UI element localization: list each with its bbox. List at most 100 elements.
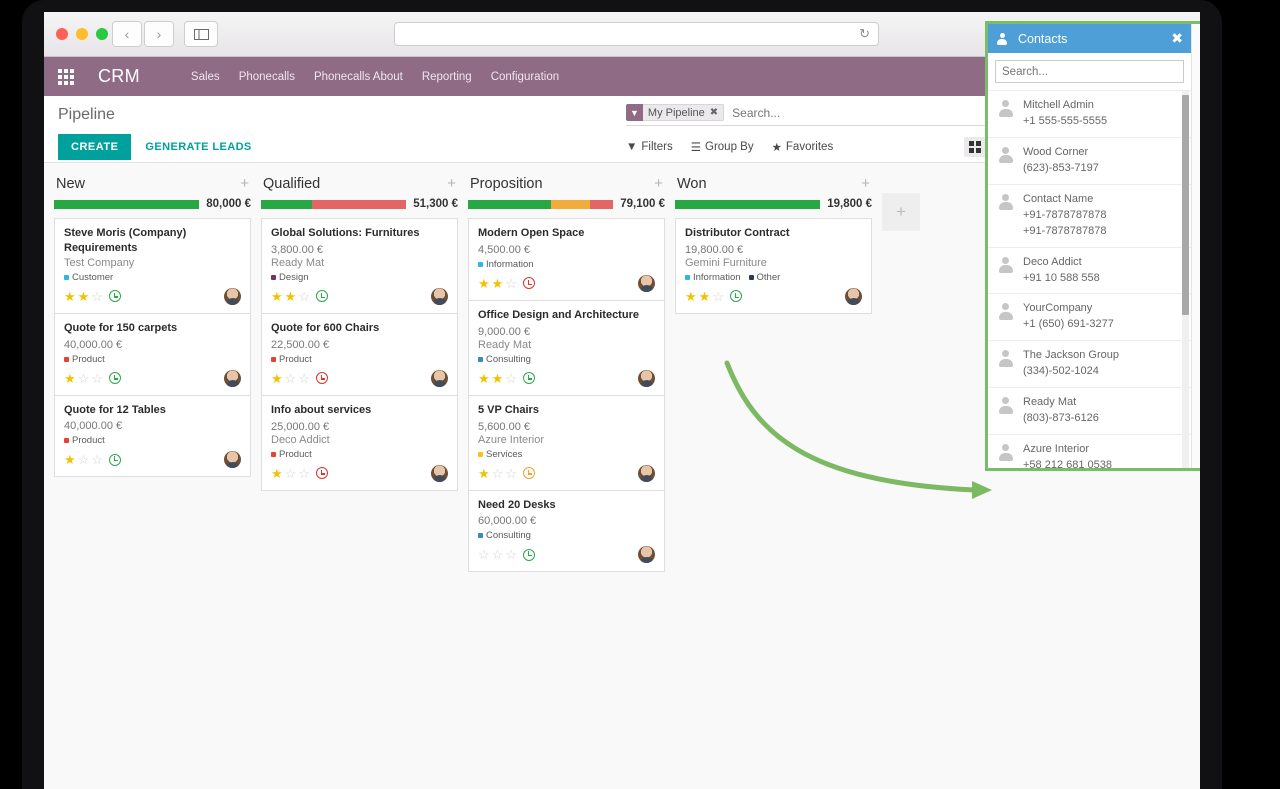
priority-stars[interactable]: ★ ☆ ☆ [64, 453, 103, 466]
kanban-column-progressbar[interactable]: 51,300 € [261, 198, 458, 210]
progress-segment[interactable] [589, 199, 614, 209]
priority-star[interactable]: ★ [64, 290, 76, 303]
add-card-icon[interactable]: + [240, 175, 249, 192]
priority-star[interactable]: ☆ [91, 372, 103, 385]
add-column-button[interactable]: + [882, 193, 920, 231]
priority-star[interactable]: ★ [492, 372, 504, 385]
contact-list-item[interactable]: Mitchell Admin +1 555-555-5555 [988, 91, 1191, 138]
priority-star[interactable]: ★ [271, 290, 283, 303]
progress-segment[interactable] [261, 199, 312, 209]
priority-star[interactable]: ★ [478, 277, 490, 290]
kanban-column-progressbar[interactable]: 80,000 € [54, 198, 251, 210]
kanban-card[interactable]: 5 VP Chairs 5,600.00 € Azure Interior Servi… [468, 394, 665, 490]
priority-star[interactable]: ☆ [91, 453, 103, 466]
priority-stars[interactable]: ★ ☆ ☆ [271, 372, 310, 385]
contact-list-item[interactable]: Wood Corner (623)-853-7197 [988, 138, 1191, 185]
address-bar[interactable]: ↻ [394, 22, 879, 46]
contact-phone[interactable]: +91-7878787878 [1023, 224, 1107, 240]
priority-star[interactable]: ★ [685, 290, 697, 303]
menu-item-phonecalls[interactable]: Phonecalls [230, 65, 304, 89]
priority-star[interactable]: ★ [492, 277, 504, 290]
menu-item-configuration[interactable]: Configuration [482, 65, 568, 89]
add-card-icon[interactable]: + [447, 175, 456, 192]
contact-list-item[interactable]: Contact Name +91-7878787878 +91-7878787878 [988, 185, 1191, 248]
kanban-card[interactable]: Distributor Contract 19,800.00 € Gemini Fu… [675, 218, 872, 314]
priority-star[interactable]: ☆ [505, 277, 517, 290]
kanban-card[interactable]: Info about services 25,000.00 € Deco Addic… [261, 394, 458, 491]
contact-phone[interactable]: (623)-853-7197 [1023, 161, 1099, 177]
priority-star[interactable]: ★ [478, 372, 490, 385]
activity-clock-icon[interactable] [522, 277, 535, 290]
kanban-column-progressbar[interactable]: 19,800 € [675, 198, 872, 210]
generate-leads-button[interactable]: GENERATE LEADS [145, 141, 251, 153]
kanban-card[interactable]: Office Design and Architecture 9,000.00 €… [468, 299, 665, 395]
menu-item-sales[interactable]: Sales [182, 65, 229, 89]
favorites-dropdown[interactable]: ★ Favorites [772, 140, 834, 154]
contact-phone[interactable]: +91-7878787878 [1023, 208, 1107, 224]
kanban-card-tag[interactable]: Customer [64, 272, 113, 283]
kanban-card-tag[interactable]: Other [748, 272, 780, 283]
priority-stars[interactable]: ★ ★ ☆ [478, 277, 517, 290]
priority-stars[interactable]: ★ ★ ☆ [685, 290, 724, 303]
assignee-avatar[interactable] [431, 369, 448, 387]
priority-star[interactable]: ☆ [505, 467, 517, 480]
search-facet-my-pipeline[interactable]: ▼ My Pipeline ✖ [626, 104, 725, 121]
back-icon[interactable]: ‹ [112, 21, 142, 47]
contacts-scrollbar-thumb[interactable] [1182, 95, 1189, 315]
priority-star[interactable]: ☆ [285, 372, 297, 385]
progress-segment[interactable] [311, 199, 407, 209]
activity-clock-icon[interactable] [108, 453, 121, 466]
kanban-card-tag[interactable]: Consulting [478, 530, 531, 541]
priority-star[interactable]: ★ [285, 290, 297, 303]
kanban-card-tag[interactable]: Information [478, 259, 534, 270]
forward-icon[interactable]: › [144, 21, 174, 47]
priority-star[interactable]: ☆ [298, 372, 310, 385]
add-card-icon[interactable]: + [861, 175, 870, 192]
priority-star[interactable]: ★ [64, 453, 76, 466]
priority-star[interactable]: ☆ [505, 372, 517, 385]
contact-list-item[interactable]: Ready Mat (803)-873-6126 [988, 388, 1191, 436]
kanban-card-tag[interactable]: Consulting [478, 354, 531, 365]
priority-star[interactable]: ★ [64, 372, 76, 385]
priority-stars[interactable]: ★ ★ ☆ [478, 372, 517, 385]
kanban-card-tag[interactable]: Product [64, 435, 105, 446]
contact-phone[interactable]: (803)-873-6126 [1023, 411, 1099, 427]
kanban-card[interactable]: Steve Moris (Company) Requirements Test C… [54, 218, 251, 313]
contact-phone[interactable]: +1 555-555-5555 [1023, 114, 1107, 130]
contact-list-item[interactable]: The Jackson Group (334)-502-1024 [988, 341, 1191, 389]
kanban-card-tag[interactable]: Product [64, 354, 105, 365]
progress-segment[interactable] [468, 199, 551, 209]
assignee-avatar[interactable] [431, 464, 448, 482]
assignee-avatar[interactable] [638, 274, 655, 292]
priority-star[interactable]: ☆ [478, 548, 490, 561]
kanban-card[interactable]: Global Solutions: Furnitures 3,800.00 € Re… [261, 218, 458, 313]
priority-star[interactable]: ☆ [285, 467, 297, 480]
priority-stars[interactable]: ★ ☆ ☆ [478, 467, 517, 480]
reload-icon[interactable]: ↻ [859, 26, 870, 42]
progress-segment[interactable] [54, 199, 200, 209]
activity-clock-icon[interactable] [315, 290, 328, 303]
priority-star[interactable]: ☆ [78, 372, 90, 385]
assignee-avatar[interactable] [845, 287, 862, 305]
kanban-card-tag[interactable]: Product [271, 354, 312, 365]
assignee-avatar[interactable] [638, 546, 655, 564]
kanban-card[interactable]: Quote for 12 Tables 40,000.00 € Product ★ ☆ ☆ [54, 394, 251, 478]
assignee-avatar[interactable] [224, 369, 241, 387]
priority-star[interactable]: ☆ [712, 290, 724, 303]
priority-star[interactable]: ☆ [78, 453, 90, 466]
contact-list-item[interactable]: YourCompany +1 (650) 691-3277 [988, 294, 1191, 342]
minimize-window-button[interactable] [76, 28, 88, 40]
assignee-avatar[interactable] [224, 451, 241, 469]
contacts-list[interactable]: Mitchell Admin +1 555-555-5555 Wood Corner… [988, 90, 1191, 468]
activity-clock-icon[interactable] [522, 548, 535, 561]
close-window-button[interactable] [56, 28, 68, 40]
priority-star[interactable]: ☆ [505, 548, 517, 561]
priority-stars[interactable]: ★ ☆ ☆ [64, 372, 103, 385]
assignee-avatar[interactable] [224, 287, 241, 305]
close-icon[interactable]: ✖ [1171, 30, 1183, 47]
priority-star[interactable]: ★ [699, 290, 711, 303]
priority-star[interactable]: ☆ [298, 290, 310, 303]
progress-segment[interactable] [550, 199, 590, 209]
groupby-dropdown[interactable]: ☰ Group By [691, 140, 754, 154]
contact-phone[interactable]: (334)-502-1024 [1023, 364, 1119, 380]
